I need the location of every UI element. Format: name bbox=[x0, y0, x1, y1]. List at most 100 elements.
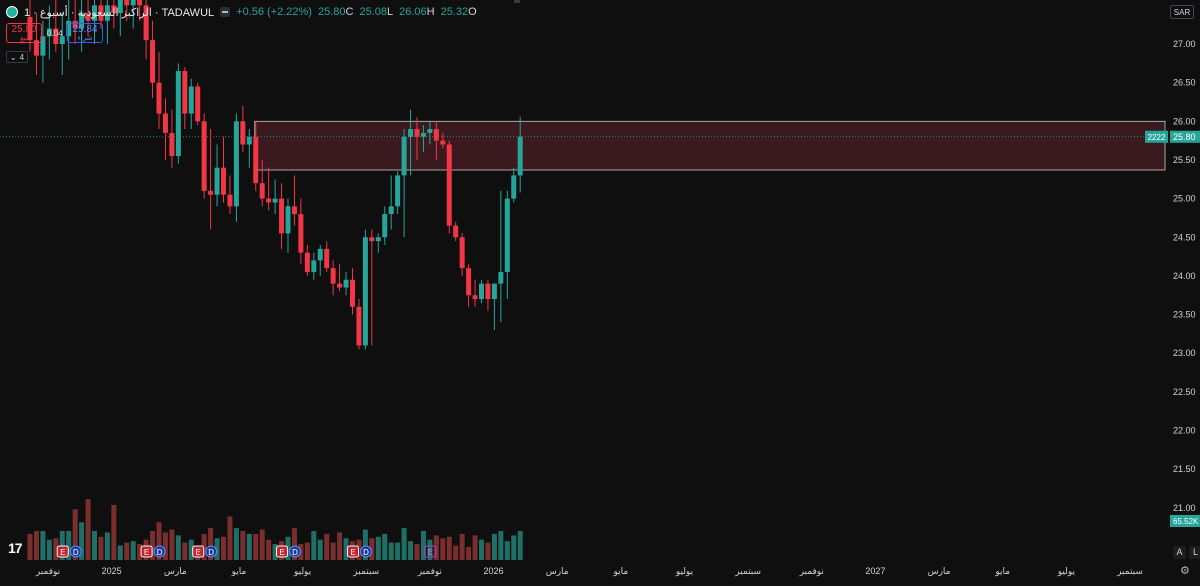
price-axis-tick: 26.50 bbox=[1173, 78, 1196, 88]
volume-bar bbox=[130, 541, 136, 560]
log-scale-button[interactable]: L bbox=[1189, 546, 1200, 559]
candle-body bbox=[253, 136, 259, 184]
volume-bar bbox=[117, 545, 123, 560]
sell-label: بيع bbox=[20, 35, 28, 42]
sell-button[interactable]: 25.80 بيع bbox=[6, 23, 42, 43]
price-axis-tick: 25.50 bbox=[1173, 155, 1196, 165]
candle-body bbox=[175, 71, 181, 157]
candle-body bbox=[388, 206, 394, 215]
currency-button[interactable]: SAR bbox=[1170, 5, 1194, 19]
volume-bar bbox=[40, 531, 46, 560]
time-axis-label: مارس bbox=[164, 566, 187, 576]
volume-bar bbox=[240, 531, 246, 560]
time-axis-label: يوليو bbox=[675, 566, 694, 576]
price-axis-tick: 26.00 bbox=[1173, 116, 1196, 126]
candle-body bbox=[433, 129, 439, 141]
volume-bar bbox=[472, 535, 478, 560]
volume-value-label: 65.52K bbox=[1173, 517, 1199, 526]
candle-body bbox=[343, 279, 349, 288]
earnings-event-label: E bbox=[144, 548, 149, 557]
candle-body bbox=[350, 279, 355, 307]
candle-body bbox=[375, 237, 381, 242]
candle-body bbox=[208, 190, 214, 195]
time-axis-label: نوفمبر bbox=[35, 566, 60, 576]
candle-body bbox=[246, 136, 252, 145]
volume-bar bbox=[453, 545, 459, 560]
candle-body bbox=[188, 86, 194, 114]
dividend-event-label: D bbox=[208, 548, 214, 557]
time-axis-label: نوفمبر bbox=[799, 566, 824, 576]
time-axis-label: 2026 bbox=[484, 566, 504, 576]
volume-bar bbox=[511, 535, 517, 560]
candle-body bbox=[466, 268, 472, 296]
candle-body bbox=[156, 82, 162, 114]
price-axis-tick: 23.00 bbox=[1173, 348, 1196, 358]
candle-body bbox=[414, 129, 420, 137]
volume-bar bbox=[98, 536, 104, 560]
candle-body bbox=[427, 129, 433, 133]
volume-bar bbox=[227, 516, 233, 560]
earnings-event-label: E bbox=[350, 548, 355, 557]
time-axis-label: 2025 bbox=[102, 566, 122, 576]
collapse-icon[interactable] bbox=[220, 7, 231, 17]
volume-bar bbox=[459, 533, 465, 560]
candle-body bbox=[285, 206, 291, 234]
candle-body bbox=[227, 194, 233, 207]
time-axis-label: سبتمبر bbox=[1116, 566, 1143, 576]
dividend-event-label: D bbox=[363, 548, 369, 557]
candle-body bbox=[182, 71, 188, 114]
price-axis-tick: 25.00 bbox=[1173, 194, 1196, 204]
candle-body bbox=[356, 306, 362, 346]
current-price-label: 25.80 bbox=[1173, 132, 1196, 142]
candle-body bbox=[504, 198, 510, 273]
candle-body bbox=[214, 167, 220, 195]
candle-body bbox=[298, 214, 304, 253]
candle-body bbox=[440, 140, 446, 145]
time-axis-label: يوليو bbox=[293, 566, 312, 576]
tradingview-logo-icon[interactable]: 17 bbox=[8, 540, 23, 556]
gear-icon[interactable]: ⚙ bbox=[1180, 564, 1190, 577]
symbol-logo-icon bbox=[6, 6, 18, 18]
price-axis-tick: 23.50 bbox=[1173, 310, 1196, 320]
volume-bar bbox=[253, 533, 259, 560]
volume-bar bbox=[46, 539, 52, 560]
volume-bar bbox=[504, 541, 510, 560]
resistance-zone bbox=[254, 120, 1166, 171]
time-axis-label: مايو bbox=[612, 566, 628, 576]
time-axis-label: مارس bbox=[928, 566, 951, 576]
earnings-event-label: E bbox=[196, 548, 201, 557]
candle-body bbox=[291, 206, 297, 215]
chevron-down-icon: ⌄ bbox=[9, 52, 17, 62]
symbol-title[interactable]: الراكبز السعودية · أسبوع · 1 · TADAWUL bbox=[24, 6, 214, 19]
buy-button[interactable]: 25.84 شراء bbox=[67, 23, 103, 43]
sell-price: 25.80 bbox=[11, 24, 37, 35]
price-axis-tick: 24.50 bbox=[1173, 232, 1196, 242]
volume-bar bbox=[401, 528, 407, 560]
volume-bar bbox=[466, 546, 472, 560]
volume-bar bbox=[485, 542, 491, 560]
candle-body bbox=[169, 132, 175, 157]
lots-dropdown[interactable]: ⌄ 4 bbox=[6, 51, 28, 63]
volume-bar bbox=[259, 529, 265, 560]
candle-body bbox=[459, 237, 465, 269]
buy-price: 25.84 bbox=[72, 24, 98, 35]
volume-bar bbox=[446, 536, 452, 560]
candle-body bbox=[362, 237, 368, 346]
volume-bar bbox=[479, 539, 484, 560]
time-axis-label: مارس bbox=[546, 566, 569, 576]
chart-root[interactable]: 27.00 26.50 26.00 25.50 25.00 24.50 24.00 23.50… bbox=[0, 0, 1200, 581]
countdown-label: 2222 bbox=[1148, 133, 1166, 142]
time-axis-label: نوفمبر bbox=[417, 566, 442, 576]
volume-bar bbox=[491, 533, 497, 560]
volume-bar bbox=[498, 531, 504, 560]
candle-body bbox=[221, 167, 226, 195]
candle-body bbox=[324, 248, 330, 269]
candle-body bbox=[259, 183, 265, 199]
volume-bar bbox=[124, 542, 130, 560]
candle-body bbox=[195, 86, 201, 122]
candlestick-chart[interactable]: 27.00 26.50 26.00 25.50 25.00 24.50 24.00 23.50… bbox=[0, 0, 1200, 581]
time-axis-label: يوليو bbox=[1057, 566, 1076, 576]
auto-scale-button[interactable]: A bbox=[1173, 546, 1186, 559]
time-axis-label: مايو bbox=[994, 566, 1010, 576]
top-drag-handle[interactable] bbox=[514, 0, 520, 3]
